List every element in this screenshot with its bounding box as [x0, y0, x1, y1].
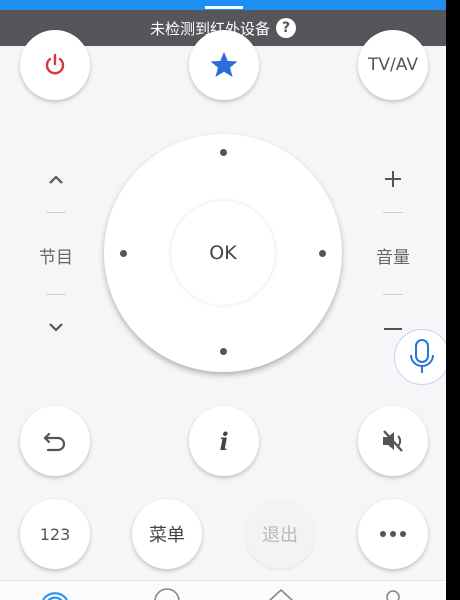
microphone-icon [410, 339, 434, 373]
channel-label: 节目 [39, 248, 73, 268]
mute-button[interactable] [358, 406, 428, 476]
volume-up-icon[interactable] [375, 168, 411, 190]
channel-divider-top [46, 212, 66, 213]
exit-button[interactable]: 退出 [245, 499, 315, 569]
bottom-navigation [0, 580, 446, 600]
explore-icon[interactable] [152, 587, 182, 600]
channel-down-icon[interactable] [38, 320, 74, 334]
dpad-up[interactable] [220, 149, 227, 156]
voice-button[interactable] [394, 329, 446, 385]
volume-divider-top [383, 212, 403, 213]
mute-icon [383, 430, 403, 452]
direction-pad[interactable]: OK [104, 134, 342, 372]
back-icon [43, 432, 66, 452]
info-icon: i [219, 426, 229, 456]
star-icon [210, 52, 238, 77]
ok-label: OK [209, 242, 237, 264]
volume-label: 音量 [376, 248, 410, 268]
menu-button[interactable]: 菜单 [132, 499, 202, 569]
active-tab-indicator [205, 6, 243, 9]
exit-label: 退出 [262, 525, 298, 546]
ok-button[interactable]: OK [171, 201, 275, 305]
tvav-button[interactable]: TV/AV [358, 30, 428, 100]
volume-rocker[interactable]: 音量 [375, 160, 411, 340]
profile-icon[interactable] [378, 587, 408, 600]
top-bar [0, 0, 446, 10]
channel-rocker[interactable]: 节目 [38, 160, 74, 340]
power-icon [45, 53, 65, 75]
info-button[interactable]: i [189, 406, 259, 476]
more-button[interactable] [358, 499, 428, 569]
home-icon[interactable] [266, 587, 296, 600]
favorite-button[interactable] [189, 30, 259, 100]
back-button[interactable] [20, 406, 90, 476]
dpad-right[interactable] [319, 250, 326, 257]
help-icon[interactable]: ? [276, 18, 296, 38]
more-icon [380, 531, 406, 537]
tvav-label: TV/AV [368, 55, 418, 75]
screen-edge [446, 0, 460, 600]
number-pad-label: 123 [39, 524, 71, 544]
dpad-down[interactable] [220, 348, 227, 355]
dpad-left[interactable] [120, 250, 127, 257]
number-pad-button[interactable]: 123 [20, 499, 90, 569]
menu-label: 菜单 [149, 525, 185, 546]
channel-up-icon[interactable] [38, 172, 74, 186]
wifi-icon[interactable] [40, 587, 70, 600]
remote-app: 未检测到红外设备 ? TV/AV 节目 音量 OK i 123 菜单 退出 [0, 0, 446, 600]
power-button[interactable] [20, 30, 90, 100]
channel-divider-bottom [46, 294, 66, 295]
volume-divider-bottom [383, 294, 403, 295]
